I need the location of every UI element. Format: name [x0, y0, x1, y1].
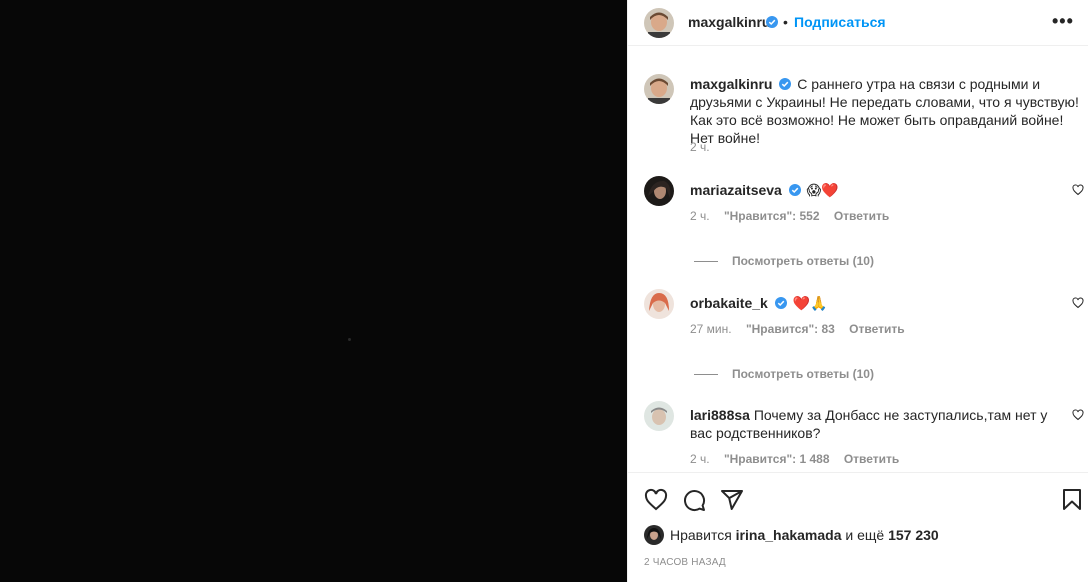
comment-text: ❤️🙏	[792, 296, 828, 312]
comment-username[interactable]: orbakaite_k	[690, 295, 768, 311]
share-paper-plane-icon[interactable]	[720, 488, 744, 512]
likes-text: Нравится irina_hakamada и ещё 157 230	[670, 527, 939, 543]
comment-like-heart-icon[interactable]	[1072, 297, 1084, 309]
comment-meta: 2 ч. "Нравится": 1 488 Ответить	[690, 452, 910, 466]
comment-likes[interactable]: "Нравится": 1 488	[724, 452, 830, 466]
comment-meta: 27 мин. "Нравится": 83 Ответить	[690, 322, 916, 336]
view-replies-label: Посмотреть ответы (10)	[732, 254, 874, 268]
comment-reply-button[interactable]: Ответить	[844, 452, 899, 466]
caption-time[interactable]: 2 ч.	[690, 140, 710, 154]
like-heart-icon[interactable]	[644, 488, 668, 512]
comment-like-heart-icon[interactable]	[1072, 409, 1084, 421]
post-header: maxgalkinru • Подписаться •••	[628, 0, 1088, 46]
post-media[interactable]	[0, 0, 627, 582]
post-actions-section: Нравится irina_hakamada и ещё 157 230 2 …	[628, 472, 1088, 582]
media-speck	[348, 338, 351, 341]
view-replies-label: Посмотреть ответы (10)	[732, 367, 874, 381]
verified-badge-icon	[788, 184, 801, 196]
caption-avatar[interactable]	[644, 74, 674, 104]
comment-time[interactable]: 2 ч.	[690, 209, 710, 223]
follow-button[interactable]: Подписаться	[794, 14, 886, 30]
comment-likes[interactable]: "Нравится": 552	[724, 209, 820, 223]
comment-reply-button[interactable]: Ответить	[834, 209, 889, 223]
liker-avatar[interactable]	[644, 525, 664, 545]
replies-line	[694, 261, 718, 263]
comment-username[interactable]: mariazaitseva	[690, 182, 782, 198]
comment-body: orbakaite_k ❤️🙏	[690, 294, 1060, 313]
comment-avatar[interactable]	[644, 289, 674, 319]
comment-time[interactable]: 2 ч.	[690, 452, 710, 466]
post-time-ago[interactable]: 2 ЧАСОВ НАЗАД	[644, 557, 726, 568]
verified-badge-icon	[779, 78, 792, 90]
caption-username[interactable]: maxgalkinru	[690, 76, 772, 92]
comment-username[interactable]: lari888sa	[690, 407, 750, 423]
comment-avatar[interactable]	[644, 401, 674, 431]
liked-user[interactable]: irina_hakamada	[736, 527, 842, 543]
comment-avatar[interactable]	[644, 176, 674, 206]
view-replies-button[interactable]: Посмотреть ответы (10)	[694, 367, 874, 381]
caption-text-block: maxgalkinru С раннего утра на связи с ро…	[690, 75, 1080, 147]
comment-body: lari888sa Почему за Донбасс не заступали…	[690, 406, 1060, 442]
author-avatar[interactable]	[644, 8, 674, 38]
verified-badge-icon	[766, 16, 778, 28]
verified-badge-icon	[774, 297, 787, 309]
comment-meta: 2 ч. "Нравится": 552 Ответить	[690, 209, 900, 223]
liked-prefix: Нравится	[670, 527, 732, 543]
comment-text: 😱❤️	[806, 183, 839, 199]
comment-likes[interactable]: "Нравится": 83	[746, 322, 835, 336]
more-options-icon[interactable]: •••	[1052, 12, 1074, 30]
comment-like-heart-icon[interactable]	[1072, 184, 1084, 196]
liked-count[interactable]: 157 230	[888, 527, 939, 543]
liked-mid: и ещё	[845, 527, 885, 543]
view-replies-button[interactable]: Посмотреть ответы (10)	[694, 254, 874, 268]
author-username[interactable]: maxgalkinru	[688, 14, 770, 30]
comment-time[interactable]: 27 мин.	[690, 322, 732, 336]
comment-reply-button[interactable]: Ответить	[849, 322, 904, 336]
post-side-panel: maxgalkinru • Подписаться ••• maxgalkinr…	[627, 0, 1088, 582]
save-bookmark-icon[interactable]	[1060, 488, 1084, 512]
comment-bubble-icon[interactable]	[682, 488, 706, 512]
replies-line	[694, 374, 718, 376]
comment-body: mariazaitseva 😱❤️	[690, 181, 1060, 200]
separator-dot: •	[783, 14, 788, 30]
